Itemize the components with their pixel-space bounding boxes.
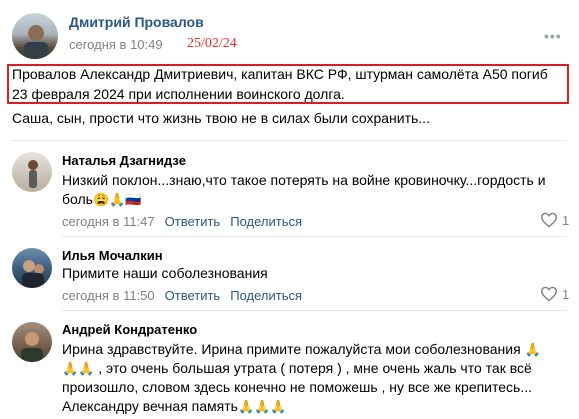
person-photo-icon [28, 160, 38, 188]
person-photo-icon [21, 332, 43, 362]
like-count: 1 [562, 212, 570, 228]
comment-divider [62, 236, 567, 237]
comment-text: Ирина здравствуйте. Ирина примите пожалу… [62, 340, 572, 416]
comment-meta: сегодня в 11:50 Ответить Поделиться [62, 288, 302, 303]
emoji-pray-group: 🙏🙏 [62, 361, 95, 376]
post-timestamp[interactable]: сегодня в 10:49 [69, 37, 163, 52]
comment-text-line-4-text: Александру вечная память [62, 398, 238, 414]
reply-button[interactable]: Ответить [165, 288, 221, 303]
comment-text-line-3: произошло, словом здесь конечно не помож… [62, 379, 533, 395]
comment-author[interactable]: Илья Мочалкин [62, 248, 163, 263]
more-options-icon[interactable]: ••• [544, 28, 562, 44]
comment-text: Примите наши соболезнования [62, 265, 268, 281]
comment-text-line-2: 🙏🙏 , это очень большая утрата ( потеря )… [62, 359, 572, 378]
like-count: 1 [562, 286, 570, 302]
comment-text: Низкий поклон...знаю,что такое потерять … [62, 171, 567, 209]
comment-author[interactable]: Наталья Дзагнидзе [62, 153, 186, 168]
share-button[interactable]: Поделиться [230, 214, 302, 229]
emoji-group: 😩🙏🇷🇺 [92, 192, 142, 207]
post-author-name[interactable]: Дмитрий Провалов [69, 14, 204, 30]
reply-button[interactable]: Ответить [165, 214, 221, 229]
post-text: Провалов Александр Дмитриевич, капитан В… [12, 64, 548, 104]
comment-avatar[interactable] [12, 322, 52, 362]
person-photo-icon [22, 260, 44, 288]
emoji-pray-group: 🙏🙏🙏 [237, 399, 287, 414]
comments-divider [12, 140, 567, 141]
comment-author[interactable]: Андрей Кондратенко [62, 322, 197, 337]
comment-timestamp[interactable]: сегодня в 11:50 [62, 288, 155, 303]
post-author-avatar[interactable] [12, 13, 58, 59]
comment-text-line-1: Ирина здравствуйте. Ирина примите пожалу… [62, 340, 572, 359]
person-photo-icon [12, 25, 58, 59]
comment-text-line-4: Александру вечная память🙏🙏🙏 [62, 397, 572, 416]
like-button[interactable]: 1 [540, 286, 569, 302]
heart-icon [540, 286, 558, 302]
heart-icon [540, 212, 558, 228]
comment-avatar[interactable] [12, 248, 52, 288]
comment-text-line-2-text: , это очень большая утрата ( потеря ) , … [98, 360, 532, 376]
like-button[interactable]: 1 [540, 212, 569, 228]
comment-text-line-2-text: боль [62, 191, 93, 207]
comment-divider [62, 310, 567, 311]
post-text-line-2: 23 февраля 2024 при исполнении воинского… [12, 86, 345, 102]
comment-avatar[interactable] [12, 152, 52, 192]
comment-meta: сегодня в 11:47 Ответить Поделиться [62, 214, 302, 229]
post-text-line-1: Провалов Александр Дмитриевич, капитан В… [12, 66, 548, 82]
comment-timestamp[interactable]: сегодня в 11:47 [62, 214, 155, 229]
emoji-pray: 🙏 [524, 342, 541, 357]
post-text-line-3: Саша, сын, прости что жизнь твою не в си… [12, 110, 430, 126]
date-stamp-annotation: 25/02/24 [187, 36, 237, 51]
share-button[interactable]: Поделиться [230, 288, 302, 303]
comment-text-line-2: боль😩🙏🇷🇺 [62, 190, 567, 209]
comment-text-line-1-text: Ирина здравствуйте. Ирина примите пожалу… [62, 341, 521, 357]
comment-text-line-1: Низкий поклон...знаю,что такое потерять … [62, 172, 546, 188]
